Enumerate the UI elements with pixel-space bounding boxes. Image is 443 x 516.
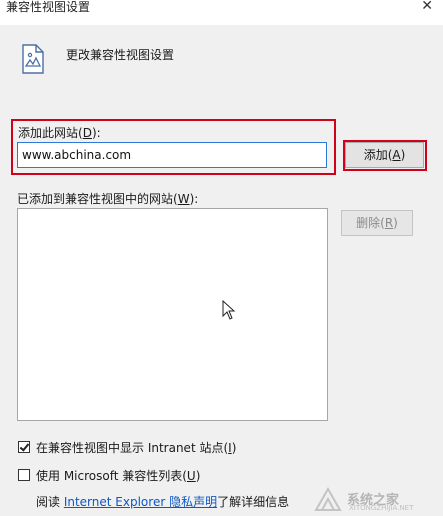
ms-list-option-label[interactable]: 使用 Microsoft 兼容性列表(U) — [36, 467, 200, 484]
intranet-option-label[interactable]: 在兼容性视图中显示 Intranet 站点(I) — [36, 439, 236, 456]
mouse-cursor-icon — [222, 300, 236, 320]
add-site-input[interactable]: www.abchina.com — [17, 142, 327, 168]
privacy-link[interactable]: Internet Explorer 隐私声明 — [64, 495, 217, 509]
watermark: 系统之家 XITONGZHIJIA.NET — [313, 486, 441, 514]
watermark-url: XITONGZHIJIA.NET — [349, 504, 414, 512]
privacy-footer: 阅读 Internet Explorer 隐私声明了解详细信息 — [36, 495, 290, 509]
ms-list-checkbox[interactable] — [18, 469, 30, 481]
add-site-label: 添加此网站(D): — [18, 126, 101, 140]
site-list[interactable] — [17, 208, 328, 421]
window-title: 兼容性视图设置 — [6, 0, 91, 14]
add-button[interactable]: 添加(A) — [345, 142, 424, 168]
site-list-label: 已添加到兼容性视图中的网站(W): — [17, 192, 199, 206]
header-text: 更改兼容性视图设置 — [66, 48, 175, 62]
watermark-logo-icon — [314, 486, 342, 511]
title-bar: 兼容性视图设置 ✕ — [0, 0, 443, 25]
document-icon — [22, 44, 44, 74]
close-icon[interactable]: ✕ — [421, 0, 433, 14]
remove-button[interactable]: 删除(R) — [341, 210, 413, 236]
intranet-checkbox[interactable] — [18, 441, 30, 453]
